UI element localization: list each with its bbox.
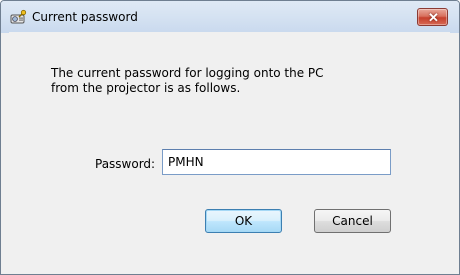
dialog-body: The current password for logging onto th…	[9, 32, 450, 264]
cancel-button[interactable]: Cancel	[314, 209, 391, 233]
ok-button[interactable]: OK	[205, 209, 282, 233]
close-icon: ✕	[428, 10, 439, 25]
password-label: Password:	[95, 157, 156, 171]
current-password-dialog: Current password ✕ The current password …	[0, 0, 460, 275]
projector-key-icon	[10, 9, 28, 25]
close-button[interactable]: ✕	[417, 8, 448, 26]
password-field[interactable]	[162, 149, 391, 175]
info-message: The current password for logging onto th…	[51, 66, 324, 95]
window-title: Current password	[32, 10, 138, 24]
title-bar[interactable]: Current password ✕	[1, 1, 459, 33]
